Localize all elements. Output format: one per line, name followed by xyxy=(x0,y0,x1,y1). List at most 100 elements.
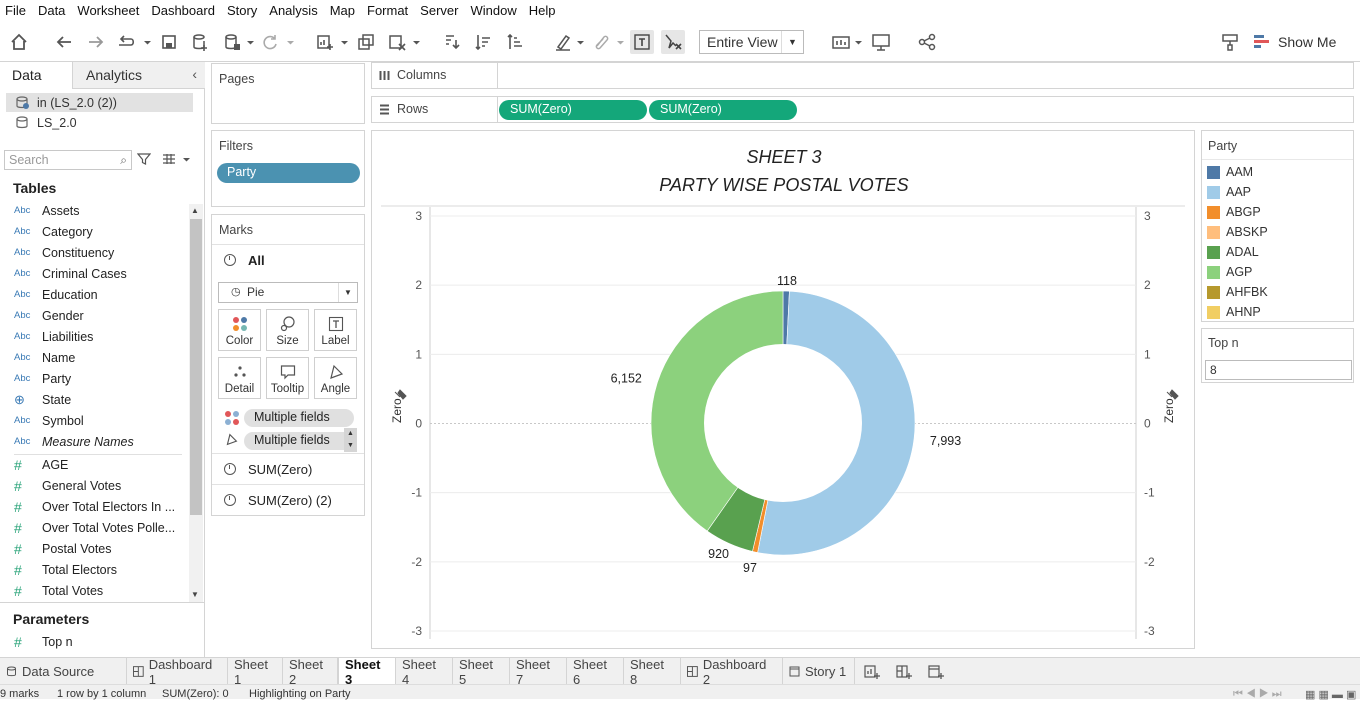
chevron-down-icon[interactable] xyxy=(183,156,190,163)
tab-dashboard-2[interactable]: Dashboard 2 xyxy=(681,657,783,687)
marks-measure-tab[interactable]: SUM(Zero) (2) xyxy=(212,484,364,515)
color-field-pill[interactable]: Multiple fields xyxy=(244,409,354,427)
chevron-down-icon[interactable]: ▼ xyxy=(338,283,357,302)
tab-sheet-4[interactable]: Sheet 4 xyxy=(396,657,453,687)
angle-button[interactable]: Angle xyxy=(314,357,357,399)
legend-item[interactable]: AGP xyxy=(1207,262,1252,282)
share-icon[interactable] xyxy=(915,30,939,54)
format-painter-icon[interactable] xyxy=(1218,30,1242,54)
show-hide-cards-icon[interactable] xyxy=(829,30,853,54)
field-party[interactable]: Abc Party xyxy=(14,368,184,389)
filter-pill-party[interactable]: Party xyxy=(217,163,360,183)
save-icon[interactable] xyxy=(157,30,181,54)
field-over-total-votes-polled[interactable]: # Over Total Votes Polle... xyxy=(14,517,184,538)
chevron-down-icon[interactable]: ▼ xyxy=(781,31,803,53)
field-postal-votes[interactable]: # Postal Votes xyxy=(14,538,184,559)
menu-map[interactable]: Map xyxy=(324,0,361,22)
legend-item[interactable]: ABGP xyxy=(1207,202,1261,222)
field-total-votes[interactable]: # Total Votes xyxy=(14,580,184,601)
undo-icon[interactable] xyxy=(52,30,76,54)
field-gender[interactable]: Abc Gender xyxy=(14,305,184,326)
redo-icon[interactable] xyxy=(84,30,108,54)
filters-card[interactable]: Filters Party xyxy=(211,130,365,207)
menu-worksheet[interactable]: Worksheet xyxy=(71,0,145,22)
parameter-top-n[interactable]: # Top n xyxy=(14,631,184,652)
chevron-down-icon[interactable] xyxy=(577,39,584,46)
row-pill-sum-zero[interactable]: SUM(Zero) xyxy=(649,100,797,120)
tab-sheet-1[interactable]: Sheet 1 xyxy=(228,657,283,687)
menu-file[interactable]: File xyxy=(0,0,32,22)
menu-data[interactable]: Data xyxy=(32,0,71,22)
tab-sheet-6[interactable]: Sheet 6 xyxy=(567,657,624,687)
tab-dashboard-1[interactable]: Dashboard 1 xyxy=(127,657,228,687)
row-pill-sum-zero[interactable]: SUM(Zero) xyxy=(499,100,647,120)
show-mark-labels-icon[interactable] xyxy=(630,30,654,54)
search-input[interactable]: Search ⌕ xyxy=(4,150,132,170)
swap-icon[interactable] xyxy=(114,30,138,54)
field-over-total-electors[interactable]: # Over Total Electors In ... xyxy=(14,496,184,517)
field-measure-names[interactable]: Abc Measure Names xyxy=(14,431,184,452)
mark-type-select[interactable]: ◷ Pie ▼ xyxy=(218,282,358,303)
field-symbol[interactable]: Abc Symbol xyxy=(14,410,184,431)
sort-ascending-icon[interactable] xyxy=(472,30,496,54)
sort-descending-icon[interactable] xyxy=(504,30,528,54)
highlight-icon[interactable] xyxy=(551,30,575,54)
menu-format[interactable]: Format xyxy=(361,0,414,22)
tab-sheet-5[interactable]: Sheet 5 xyxy=(453,657,510,687)
scroll-up-icon[interactable]: ▲ xyxy=(191,206,199,215)
scrollbar-thumb[interactable] xyxy=(190,219,202,515)
field-education[interactable]: Abc Education xyxy=(14,284,184,305)
field-age[interactable]: # AGE xyxy=(14,454,184,475)
field-liabilities[interactable]: Abc Liabilities xyxy=(14,326,184,347)
new-dashboard-icon[interactable] xyxy=(896,664,912,680)
chevron-down-icon[interactable] xyxy=(617,39,624,46)
scroll-down-icon[interactable]: ▼ xyxy=(191,590,199,599)
field-criminal-cases[interactable]: Abc Criminal Cases xyxy=(14,263,184,284)
pin-icon[interactable] xyxy=(394,389,407,400)
collapse-pane-icon[interactable]: ‹ xyxy=(192,66,197,82)
chevron-down-icon[interactable] xyxy=(855,39,862,46)
rows-shelf[interactable]: Rows SUM(Zero) SUM(Zero) xyxy=(371,96,1354,123)
menu-story[interactable]: Story xyxy=(221,0,263,22)
chevron-down-icon[interactable] xyxy=(144,39,151,46)
legend-item[interactable]: AHNP xyxy=(1207,302,1261,322)
chevron-down-icon[interactable] xyxy=(341,39,348,46)
chevron-down-icon[interactable] xyxy=(287,39,294,46)
filter-icon[interactable] xyxy=(137,152,151,166)
color-button[interactable]: Color xyxy=(218,309,261,351)
new-worksheet-icon[interactable] xyxy=(313,30,337,54)
tab-sheet-2[interactable]: Sheet 2 xyxy=(283,657,338,687)
field-state[interactable]: ⊕ State xyxy=(14,389,184,410)
legend-item[interactable]: ABSKP xyxy=(1207,222,1268,242)
chevron-down-icon[interactable] xyxy=(413,39,420,46)
marks-measure-tab[interactable]: SUM(Zero) xyxy=(212,453,364,484)
pause-updates-icon[interactable] xyxy=(220,30,244,54)
tab-sheet-8[interactable]: Sheet 8 xyxy=(624,657,681,687)
chart-view[interactable]: SHEET 3 PARTY WISE POSTAL VOTES 3 2 1 0 -1 -2… xyxy=(371,130,1195,649)
swap-rows-columns-icon[interactable] xyxy=(440,30,464,54)
fit-view-select[interactable]: Entire View ▼ xyxy=(699,30,804,54)
pages-card[interactable]: Pages xyxy=(211,63,365,124)
show-me-button[interactable]: Show Me xyxy=(1254,30,1336,54)
pin-icon[interactable] xyxy=(1166,389,1179,400)
sheet-navigation-icons[interactable]: ⏮ ◀ ▶ ⏭ xyxy=(1233,688,1282,701)
size-button[interactable]: Size xyxy=(266,309,309,351)
data-source-item[interactable]: in (LS_2.0 (2)) xyxy=(6,93,193,112)
field-assets[interactable]: Abc Assets xyxy=(14,200,184,221)
field-name[interactable]: Abc Name xyxy=(14,347,184,368)
tab-sheet-7[interactable]: Sheet 7 xyxy=(510,657,567,687)
home-icon[interactable] xyxy=(7,30,31,54)
duplicate-icon[interactable] xyxy=(354,30,378,54)
new-worksheet-icon[interactable] xyxy=(864,664,880,680)
tab-story-1[interactable]: Story 1 xyxy=(783,658,855,685)
legend-item[interactable]: AAP xyxy=(1207,182,1251,202)
menu-dashboard[interactable]: Dashboard xyxy=(145,0,221,22)
top-n-input[interactable] xyxy=(1205,360,1352,380)
view-options-icon[interactable] xyxy=(162,153,176,165)
columns-shelf[interactable]: Columns xyxy=(371,62,1354,89)
tooltip-button[interactable]: Tooltip xyxy=(266,357,309,399)
menu-server[interactable]: Server xyxy=(414,0,464,22)
presentation-mode-icon[interactable] xyxy=(869,30,893,54)
data-source-item[interactable]: LS_2.0 xyxy=(6,113,193,132)
grid-view-icon[interactable]: ▦ ▦ ▬ ▣ xyxy=(1305,688,1356,701)
